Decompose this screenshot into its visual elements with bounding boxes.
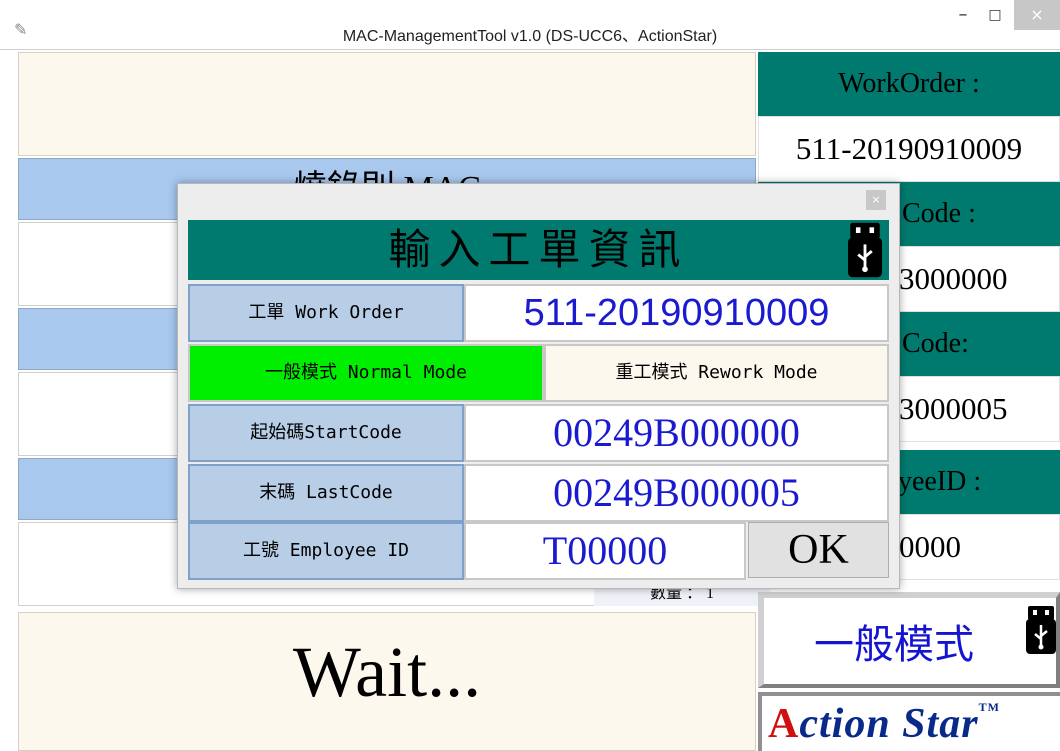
close-button[interactable]: × [1014, 0, 1060, 30]
logo-text: Action StarTM [768, 700, 1000, 747]
rework-mode-button[interactable]: 重工模式 Rework Mode [544, 344, 889, 402]
count-label: 數量 ： 1 [594, 586, 770, 606]
usb-icon [848, 222, 882, 283]
workorder-label: WorkOrder : [758, 52, 1060, 116]
status-panel: Wait... [18, 612, 756, 751]
last-code-label: 末碼 LastCode [188, 464, 464, 522]
work-order-dialog: × 輸入工單資訊 工單 Work Order 511-20190910009 一… [177, 183, 900, 589]
start-code-label: 起始碼StartCode [188, 404, 464, 462]
maximize-button[interactable]: □ [980, 0, 1010, 30]
usb-icon [1026, 606, 1056, 659]
ok-button[interactable]: OK [748, 522, 889, 578]
status-text: Wait... [292, 632, 482, 712]
start-code-row: 起始碼StartCode 00249B000000 [188, 404, 889, 462]
work-order-input[interactable]: 511-20190910009 [464, 284, 889, 342]
workorder-value: 511-20190910009 [758, 116, 1060, 182]
window-title: MAC-ManagementTool v1.0 (DS-UCC6、ActionS… [342, 28, 718, 45]
work-order-label: 工單 Work Order [188, 284, 464, 342]
employee-input[interactable]: T00000 [464, 522, 746, 580]
work-order-row: 工單 Work Order 511-20190910009 [188, 284, 889, 342]
minimize-button[interactable]: – [948, 0, 978, 30]
dialog-header: 輸入工單資訊 [188, 220, 889, 280]
title-bar: ✎ MAC-ManagementTool v1.0 (DS-UCC6、Actio… [0, 0, 1060, 50]
last-code-input[interactable]: 00249B000005 [464, 464, 889, 522]
last-code-row: 末碼 LastCode 00249B000005 [188, 464, 889, 522]
start-code-input[interactable]: 00249B000000 [464, 404, 889, 462]
mode-indicator: 一般模式 [758, 592, 1060, 688]
employee-label: 工號 Employee ID [188, 522, 464, 580]
mode-text: 一般模式 [814, 622, 974, 668]
message-panel [18, 52, 756, 156]
actionstar-logo: Action StarTM [758, 692, 1060, 751]
dialog-title: 輸入工單資訊 [388, 225, 689, 274]
mode-row: 一般模式 Normal Mode 重工模式 Rework Mode [188, 344, 889, 402]
employee-row: 工號 Employee ID T00000 OK [188, 522, 889, 580]
dialog-close-button[interactable]: × [866, 190, 886, 210]
normal-mode-button[interactable]: 一般模式 Normal Mode [188, 344, 544, 402]
